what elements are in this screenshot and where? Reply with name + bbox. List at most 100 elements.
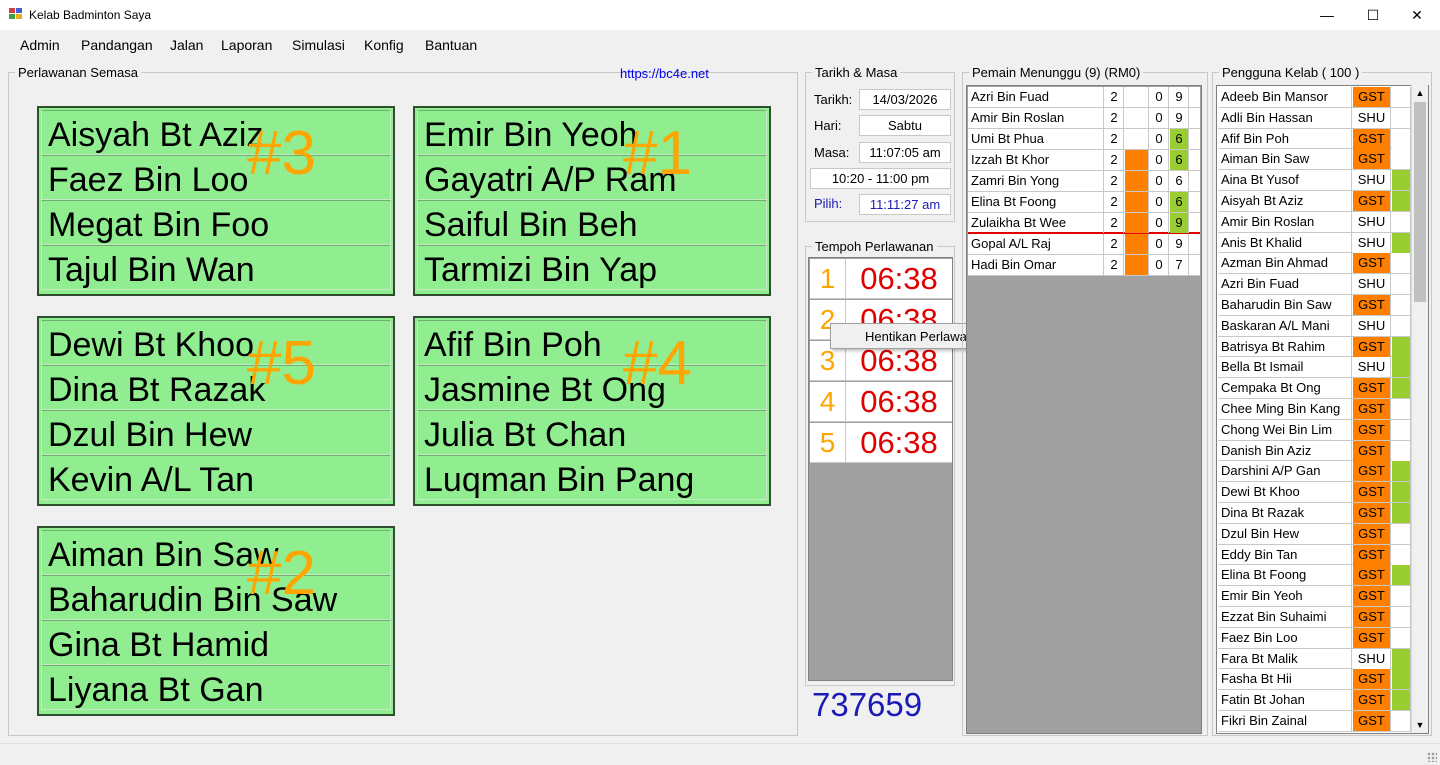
- member-flag: [1392, 523, 1411, 544]
- member-row[interactable]: Chee Ming Bin Kang GST: [1218, 399, 1411, 420]
- member-flag: [1392, 107, 1411, 128]
- player-row[interactable]: Emir Bin Yeoh: [417, 110, 767, 155]
- member-row[interactable]: Baharudin Bin Saw GST: [1218, 295, 1411, 316]
- timer-row[interactable]: 5 06:38: [810, 423, 952, 463]
- court-number: #3: [247, 119, 316, 188]
- player-row[interactable]: Aiman Bin Saw: [41, 530, 391, 575]
- waiting-player-row[interactable]: Amir Bin Roslan 2 0 9: [968, 108, 1200, 129]
- player-row[interactable]: Aisyah Bt Aziz: [41, 110, 391, 155]
- member-row[interactable]: Emir Bin Yeoh GST: [1218, 586, 1411, 607]
- player-row[interactable]: Liyana Bt Gan: [41, 665, 391, 710]
- member-type: GST: [1353, 128, 1391, 149]
- member-row[interactable]: Bella Bt Ismail SHU: [1218, 357, 1411, 379]
- member-row[interactable]: Fikri Bin Zainal GST: [1218, 711, 1411, 732]
- member-row[interactable]: Afif Bin Poh GST: [1218, 128, 1411, 150]
- timer-row[interactable]: 4 06:38: [810, 382, 952, 422]
- member-name: Aiman Bin Saw: [1218, 149, 1352, 170]
- website-link[interactable]: https://bc4e.net: [620, 66, 709, 81]
- member-row[interactable]: Darshini A/P Gan GST: [1218, 461, 1411, 483]
- player-name: Hadi Bin Omar: [968, 255, 1104, 275]
- waiting-player-row[interactable]: Zamri Bin Yong 2 0 6: [968, 171, 1200, 192]
- player-row[interactable]: Dina Bt Razak: [41, 365, 391, 410]
- member-row[interactable]: Anis Bt Khalid SHU: [1218, 232, 1411, 254]
- member-row[interactable]: Aina Bt Yusof SHU: [1218, 170, 1411, 191]
- member-row[interactable]: Dzul Bin Hew GST: [1218, 523, 1411, 545]
- session-field[interactable]: 10:20 - 11:00 pm: [810, 168, 951, 189]
- member-row[interactable]: Amir Bin Roslan SHU: [1218, 211, 1411, 233]
- player-row[interactable]: Gina Bt Hamid: [41, 620, 391, 665]
- player-row[interactable]: Dzul Bin Hew: [41, 410, 391, 455]
- wait-count: 0: [1150, 213, 1169, 233]
- waiting-player-row[interactable]: Zulaikha Bt Wee 2 0 9: [968, 213, 1200, 234]
- member-row[interactable]: Azri Bin Fuad SHU: [1218, 274, 1411, 295]
- maximize-icon[interactable]: ☐: [1350, 0, 1396, 30]
- player-row[interactable]: Saiful Bin Beh: [417, 200, 767, 245]
- waiting-player-row[interactable]: Umi Bt Phua 2 0 6: [968, 129, 1200, 150]
- player-row[interactable]: Jasmine Bt Ong: [417, 365, 767, 410]
- player-row[interactable]: Afif Bin Poh: [417, 320, 767, 365]
- member-row[interactable]: Dewi Bt Khoo GST: [1218, 482, 1411, 503]
- member-type: SHU: [1353, 107, 1391, 128]
- member-flag: [1392, 627, 1411, 648]
- member-row[interactable]: Aiman Bin Saw GST: [1218, 149, 1411, 171]
- status-cell: [1125, 234, 1149, 254]
- member-row[interactable]: Elina Bt Foong GST: [1218, 565, 1411, 587]
- time-field[interactable]: 11:07:05 am: [859, 142, 951, 163]
- members-scrollbar[interactable]: ▲ ▼: [1411, 85, 1428, 733]
- waiting-player-row[interactable]: Azri Bin Fuad 2 0 9: [968, 87, 1200, 108]
- player-row[interactable]: Baharudin Bin Saw: [41, 575, 391, 620]
- resize-grip-icon[interactable]: [1427, 752, 1437, 762]
- member-row[interactable]: Adeeb Bin Mansor GST: [1218, 87, 1411, 108]
- court-card[interactable]: Afif Bin Poh Jasmine Bt Ong Julia Bt Cha…: [413, 316, 771, 506]
- player-row[interactable]: Luqman Bin Pang: [417, 455, 767, 500]
- scroll-down-icon[interactable]: ▼: [1412, 717, 1428, 733]
- member-row[interactable]: Baskaran A/L Mani SHU: [1218, 315, 1411, 337]
- player-row[interactable]: Tarmizi Bin Yap: [417, 245, 767, 290]
- member-row[interactable]: Faez Bin Loo GST: [1218, 627, 1411, 649]
- member-row[interactable]: Aisyah Bt Aziz GST: [1218, 191, 1411, 212]
- member-row[interactable]: Fara Bt Malik SHU: [1218, 648, 1411, 670]
- waiting-player-row[interactable]: Izzah Bt Khor 2 0 6: [968, 150, 1200, 171]
- waiting-player-row[interactable]: Elina Bt Foong 2 0 6: [968, 192, 1200, 213]
- waiting-player-row[interactable]: Hadi Bin Omar 2 0 7: [968, 255, 1200, 276]
- court-card[interactable]: Aisyah Bt Aziz Faez Bin Loo Megat Bin Fo…: [37, 106, 395, 296]
- menu-konfig[interactable]: Konfig: [364, 37, 404, 53]
- court-card[interactable]: Emir Bin Yeoh Gayatri A/P Ram Saiful Bin…: [413, 106, 771, 296]
- member-row[interactable]: Eddy Bin Tan GST: [1218, 544, 1411, 566]
- player-row[interactable]: Tajul Bin Wan: [41, 245, 391, 290]
- menu-pandangan[interactable]: Pandangan: [81, 37, 153, 53]
- player-row[interactable]: Megat Bin Foo: [41, 200, 391, 245]
- menu-admin[interactable]: Admin: [20, 37, 60, 53]
- member-row[interactable]: Adli Bin Hassan SHU: [1218, 107, 1411, 129]
- member-row[interactable]: Chong Wei Bin Lim GST: [1218, 419, 1411, 441]
- date-field[interactable]: 14/03/2026: [859, 89, 951, 110]
- member-flag: [1392, 482, 1411, 503]
- player-row[interactable]: Gayatri A/P Ram: [417, 155, 767, 200]
- player-row[interactable]: Julia Bt Chan: [417, 410, 767, 455]
- menu-laporan[interactable]: Laporan: [221, 37, 272, 53]
- member-row[interactable]: Cempaka Bt Ong GST: [1218, 378, 1411, 399]
- scroll-up-icon[interactable]: ▲: [1412, 85, 1428, 101]
- pick-time-field[interactable]: 11:11:27 am: [859, 194, 951, 215]
- timer-row[interactable]: 1 06:38: [810, 259, 952, 299]
- menu-jalan[interactable]: Jalan: [170, 37, 203, 53]
- minimize-icon[interactable]: —: [1304, 0, 1350, 30]
- player-row[interactable]: Kevin A/L Tan: [41, 455, 391, 500]
- member-row[interactable]: Fasha Bt Hii GST: [1218, 669, 1411, 691]
- player-row[interactable]: Dewi Bt Khoo: [41, 320, 391, 365]
- waiting-player-row[interactable]: Gopal A/L Raj 2 0 9: [968, 234, 1200, 255]
- menu-simulasi[interactable]: Simulasi: [292, 37, 345, 53]
- day-field[interactable]: Sabtu: [859, 115, 951, 136]
- close-icon[interactable]: ✕: [1394, 0, 1440, 30]
- member-row[interactable]: Fatin Bt Johan GST: [1218, 690, 1411, 711]
- member-row[interactable]: Ezzat Bin Suhaimi GST: [1218, 607, 1411, 628]
- court-card[interactable]: Aiman Bin Saw Baharudin Bin Saw Gina Bt …: [37, 526, 395, 716]
- member-row[interactable]: Dina Bt Razak GST: [1218, 503, 1411, 524]
- member-row[interactable]: Batrisya Bt Rahim GST: [1218, 336, 1411, 358]
- scroll-thumb[interactable]: [1414, 102, 1426, 302]
- court-card[interactable]: Dewi Bt Khoo Dina Bt Razak Dzul Bin Hew …: [37, 316, 395, 506]
- menu-bantuan[interactable]: Bantuan: [425, 37, 477, 53]
- member-row[interactable]: Danish Bin Aziz GST: [1218, 440, 1411, 462]
- member-row[interactable]: Azman Bin Ahmad GST: [1218, 253, 1411, 275]
- player-row[interactable]: Faez Bin Loo: [41, 155, 391, 200]
